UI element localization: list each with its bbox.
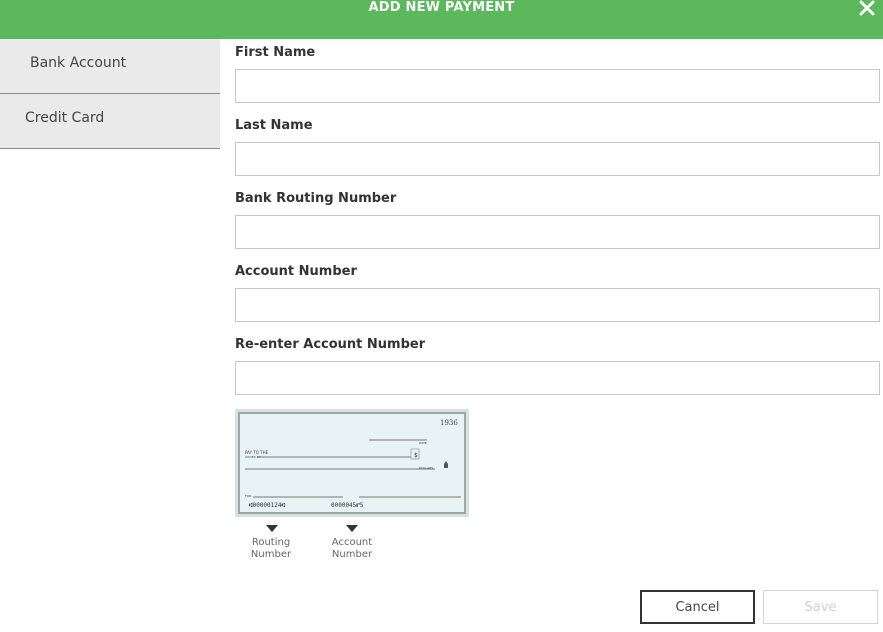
check-number: 1936 <box>440 419 458 427</box>
modal-title: ADD NEW PAYMENT <box>368 0 515 15</box>
first-name-field[interactable] <box>235 69 880 103</box>
modal-header: ADD NEW PAYMENT <box>0 0 883 39</box>
check-dollars-label: DOLLARS <box>419 466 433 470</box>
routing-arrow-icon <box>266 525 278 532</box>
account-number-label: Account Number <box>235 264 357 279</box>
sidebar-item-bank-account[interactable]: Bank Account <box>0 39 220 94</box>
svg-text:$: $ <box>414 452 418 459</box>
close-icon[interactable] <box>859 0 875 16</box>
routing-number-label: Bank Routing Number <box>235 191 397 206</box>
account-number-field[interactable] <box>235 288 880 322</box>
save-button[interactable]: Save <box>763 590 878 624</box>
last-name-label: Last Name <box>235 118 313 133</box>
account-arrow-icon <box>346 525 358 532</box>
first-name-label: First Name <box>235 45 316 60</box>
routing-number-field[interactable] <box>235 215 880 249</box>
svg-text:⑆00000124⑆: ⑆00000124⑆ <box>249 502 285 509</box>
cancel-button[interactable]: Cancel <box>640 590 755 624</box>
sidebar-item-label: Bank Account <box>30 55 127 71</box>
sidebar-item-credit-card[interactable]: Credit Card <box>0 94 220 149</box>
check-for-label: FOR <box>245 494 251 498</box>
check-diagram: 1936 DATE PAY TO THE ORDER OF $ DOLLARS … <box>235 409 469 517</box>
last-name-field[interactable] <box>235 142 880 176</box>
routing-number-caption: Routing Number <box>250 537 292 560</box>
check-date-label: DATE <box>419 441 427 445</box>
reenter-account-number-label: Re-enter Account Number <box>235 337 426 352</box>
reenter-account-number-field[interactable] <box>235 361 880 395</box>
payment-type-sidebar: Bank Account Credit Card <box>0 39 220 149</box>
account-number-caption: Account Number <box>331 537 373 560</box>
svg-text:0000045⑈5: 0000045⑈5 <box>331 502 364 509</box>
sidebar-item-label: Credit Card <box>25 110 105 126</box>
